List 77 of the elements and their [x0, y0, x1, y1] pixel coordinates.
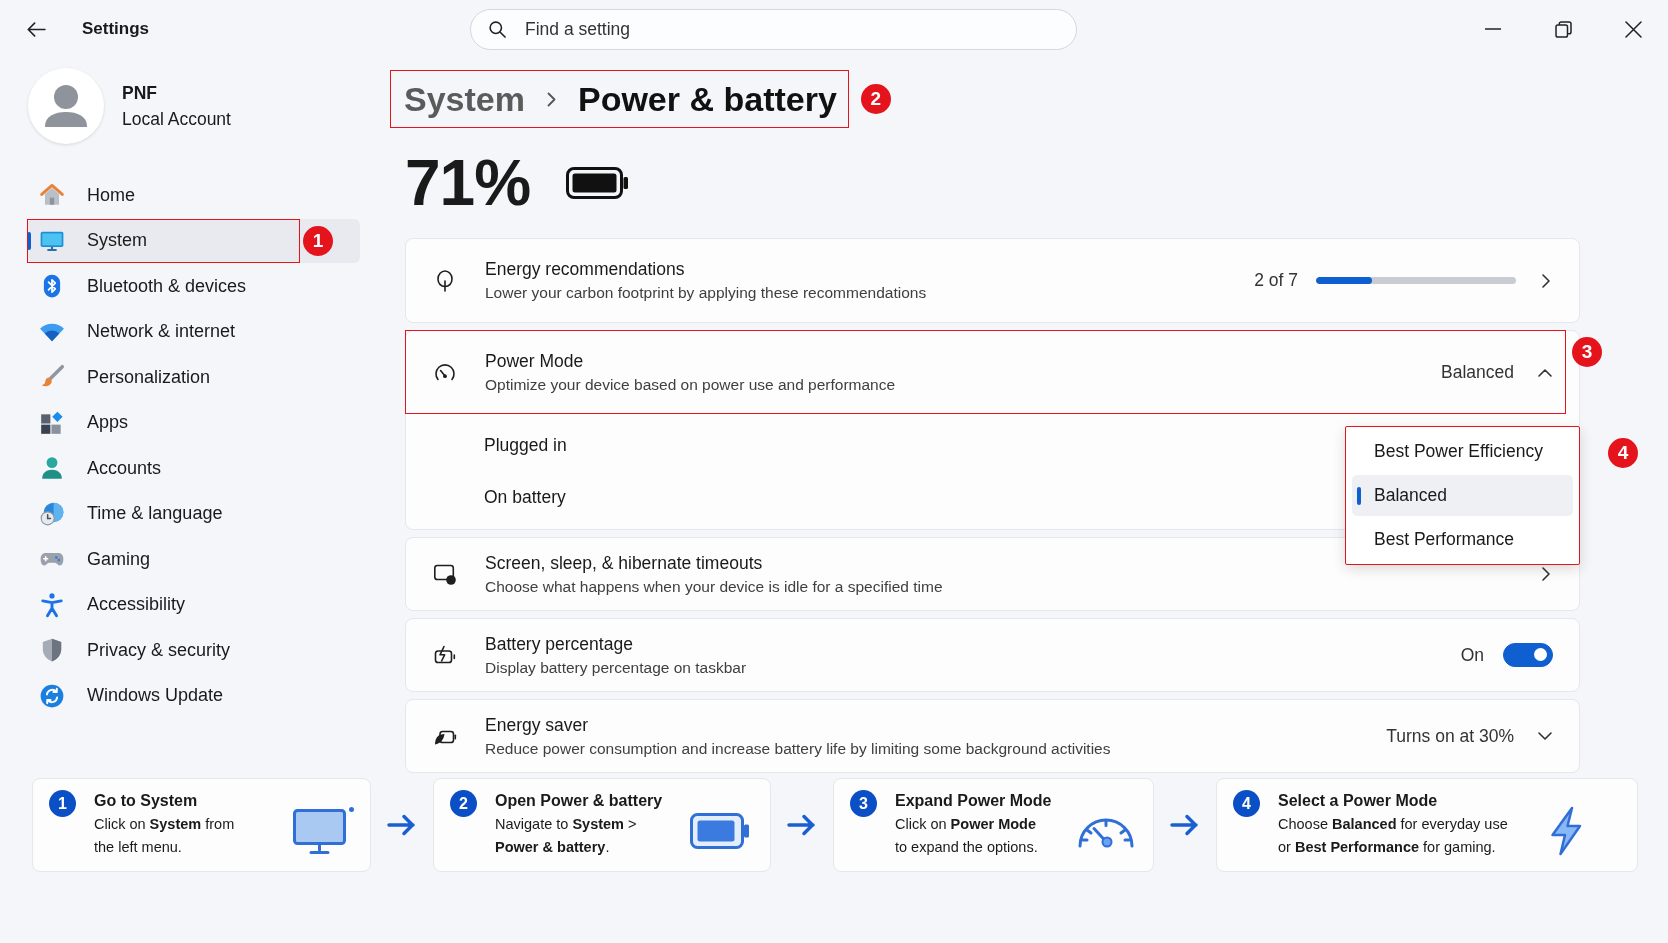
card-description: Choose what happens when your device is idle for a specified time: [485, 577, 943, 596]
progress-label: 2 of 7: [1254, 270, 1298, 291]
card-title: Battery percentage: [485, 633, 633, 655]
battery-icon: [690, 812, 750, 849]
chevron-right-icon: [546, 91, 556, 107]
step-number: 4: [1233, 790, 1260, 817]
setting-label: Plugged in: [484, 434, 567, 457]
search-icon: [489, 20, 506, 38]
nav-item[interactable]: Privacy & security: [27, 628, 360, 672]
step-title: Select a Power Mode: [1278, 791, 1438, 811]
step-title: Expand Power Mode: [895, 791, 1052, 811]
arrow-left-icon: [26, 21, 46, 37]
settings-card[interactable]: Energy recommendations Lower your carbon footprint by applying these recommendations 2 of 7: [405, 238, 1580, 323]
nav-item[interactable]: Time & language: [27, 491, 360, 536]
settings-card[interactable]: Battery percentage Display battery percentage on taskbar On: [405, 618, 1580, 692]
monitor-icon: [293, 805, 355, 856]
battery-percentage: 71%: [405, 151, 531, 215]
lightning-icon: [1549, 805, 1583, 856]
card-value: Balanced: [1441, 362, 1514, 383]
account-type: Local Account: [122, 108, 231, 130]
arrow-right-icon: [787, 813, 817, 837]
nav-item[interactable]: Bluetooth & devices: [27, 264, 360, 308]
card-title: Energy saver: [485, 714, 589, 736]
callout-number: 2: [860, 84, 891, 114]
card-value: Turns on at 30%: [1386, 725, 1514, 747]
chevron-right-icon: [1542, 273, 1550, 288]
nav-item[interactable]: Apps: [27, 400, 360, 445]
step-title: Go to System: [94, 791, 198, 811]
setting-label: On battery: [484, 486, 566, 509]
chevron-right-icon: [1542, 567, 1550, 581]
sync-icon: [39, 682, 65, 709]
dropdown-option[interactable]: Best Power Efficiency: [1352, 431, 1573, 472]
dropdown-option[interactable]: Balanced: [1352, 475, 1573, 516]
nav-item[interactable]: Accessibility: [27, 582, 360, 627]
settings-card[interactable]: Energy saver Reduce power consumption and increase battery life by limiting some background activities Turns on at 30%: [405, 699, 1580, 773]
nav-item[interactable]: Windows Update: [27, 673, 360, 718]
toggle-switch[interactable]: [1503, 643, 1553, 667]
search-field[interactable]: Find a setting: [470, 8, 1077, 50]
accessibility-icon: [39, 591, 65, 618]
card-description: Display battery percentage on taskbar: [485, 658, 747, 677]
callout-number: 4: [1608, 438, 1638, 468]
nav-item[interactable]: Personalization: [27, 355, 360, 399]
step-description: Click on System from the left menu.: [94, 815, 235, 857]
card-title: Power Mode: [485, 351, 584, 372]
step-number: 1: [49, 790, 76, 817]
nav-item[interactable]: Network & internet: [27, 309, 360, 354]
card-description: Lower your carbon footprint by applying these recommendations: [485, 284, 927, 302]
avatar-icon: [28, 68, 104, 144]
minimize-icon: [1485, 28, 1501, 30]
step-number: 3: [850, 790, 877, 817]
close-icon: [1624, 20, 1642, 38]
step-description: Choose Balanced for everyday use or Best Performance for gaming.: [1278, 815, 1508, 857]
window-title: Settings: [82, 19, 150, 39]
globe-clock-icon: [39, 500, 65, 527]
account-name: PNF: [122, 82, 158, 104]
person-icon: [39, 455, 65, 481]
nav-item[interactable]: Home: [27, 173, 360, 217]
step-description: Navigate to System > Power & battery.: [495, 815, 637, 857]
card-description: Optimize your device based on power use and performance: [485, 376, 896, 394]
nav-item[interactable]: Accounts: [27, 446, 360, 490]
step-description: Click on Power Mode to expand the options.: [895, 815, 1038, 857]
restore-icon: [1554, 20, 1572, 38]
toggle-state: On: [1460, 644, 1484, 666]
arrow-right-icon: [1170, 813, 1200, 837]
step-number: 2: [450, 790, 477, 817]
callout-number: 3: [1572, 337, 1602, 367]
page-title: Power & battery: [577, 79, 837, 119]
house-icon: [39, 182, 65, 208]
apps-icon: [39, 409, 65, 436]
monitor-moon-icon: [433, 562, 457, 586]
arrow-right-icon: [387, 813, 417, 837]
card-description: Reduce power consumption and increase battery life by limiting some background activities: [485, 739, 1111, 758]
step-title: Open Power & battery: [495, 791, 663, 811]
breadcrumb-link[interactable]: System: [404, 79, 525, 119]
card-title: Energy recommendations: [485, 259, 685, 280]
battery-icon: [566, 167, 629, 199]
nav-item[interactable]: Gaming: [27, 537, 360, 581]
